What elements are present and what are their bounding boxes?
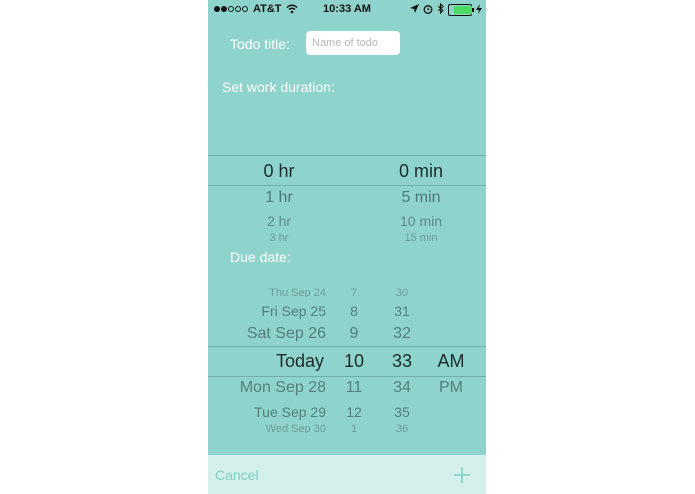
date-hour-option[interactable]: 9: [336, 325, 372, 343]
location-icon: [410, 4, 419, 16]
date-hour-selected[interactable]: 10: [336, 351, 372, 372]
date-day-option[interactable]: Fri Sep 25: [208, 303, 326, 319]
date-day-option[interactable]: Tue Sep 29: [208, 404, 326, 420]
date-day-option[interactable]: Thu Sep 24: [208, 287, 326, 297]
due-date-label: Due date:: [230, 249, 291, 265]
date-day-option[interactable]: Wed Sep 30: [208, 423, 326, 433]
todo-title-label: Todo title:: [230, 36, 290, 52]
date-minute-option[interactable]: 36: [384, 423, 420, 433]
phone-screen: AT&T 10:33 AM Todo title: Name of todo S…: [208, 0, 486, 494]
date-minute-option[interactable]: 35: [384, 404, 420, 420]
duration-minutes-option[interactable]: 10 min: [376, 213, 466, 229]
date-minute-option[interactable]: 30: [384, 287, 420, 297]
duration-minutes-selected[interactable]: 0 min: [376, 161, 466, 182]
date-selection-top-line: [208, 346, 486, 347]
duration-selection-bottom-line: [208, 185, 486, 186]
date-minute-option[interactable]: 32: [384, 325, 420, 343]
date-selection-bottom-line: [208, 376, 486, 377]
todo-title-input[interactable]: [306, 31, 400, 55]
cancel-button[interactable]: Cancel: [215, 467, 259, 483]
date-minute-option[interactable]: 34: [384, 379, 420, 397]
plus-icon[interactable]: [453, 466, 471, 484]
duration-hours-option[interactable]: 1 hr: [240, 189, 318, 207]
duration-hours-option[interactable]: 3 hr: [240, 232, 318, 242]
date-ampm-option[interactable]: PM: [430, 379, 472, 397]
date-minute-option[interactable]: 31: [384, 303, 420, 319]
date-hour-option[interactable]: 8: [336, 303, 372, 319]
date-ampm-selected[interactable]: AM: [430, 351, 472, 372]
date-hour-option[interactable]: 12: [336, 404, 372, 420]
status-bar: AT&T 10:33 AM: [208, 0, 486, 18]
date-day-option[interactable]: Mon Sep 28: [208, 379, 326, 397]
duration-hours-option[interactable]: 2 hr: [240, 213, 318, 229]
date-minute-selected[interactable]: 33: [384, 351, 420, 372]
date-hour-option[interactable]: 11: [336, 379, 372, 397]
duration-minutes-option[interactable]: 5 min: [376, 189, 466, 207]
duration-minutes-option[interactable]: 15 min: [376, 232, 466, 242]
duration-selection-top-line: [208, 155, 486, 156]
date-day-selected[interactable]: Today: [208, 351, 324, 372]
battery-icon: [448, 4, 474, 16]
bluetooth-icon: [437, 2, 444, 17]
bottom-toolbar: Cancel: [208, 455, 486, 494]
charging-icon: [476, 3, 482, 17]
alarm-icon: [423, 4, 433, 17]
date-hour-option[interactable]: 7: [336, 287, 372, 297]
duration-hours-selected[interactable]: 0 hr: [240, 161, 318, 182]
date-day-option[interactable]: Sat Sep 26: [208, 325, 326, 343]
work-duration-label: Set work duration:: [222, 79, 335, 95]
date-hour-option[interactable]: 1: [336, 423, 372, 433]
